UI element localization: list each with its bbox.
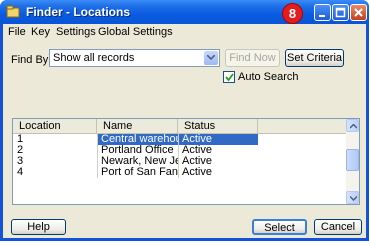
minimize-button[interactable] bbox=[314, 4, 331, 21]
vertical-scrollbar[interactable] bbox=[346, 119, 359, 204]
cell-location: 2 bbox=[17, 145, 24, 156]
table-row[interactable]: 4 Port of San Fan... Active bbox=[13, 167, 346, 178]
menu-file[interactable]: File bbox=[8, 26, 26, 38]
table-row[interactable]: 1 Central warehou... Active bbox=[13, 134, 346, 145]
scroll-up-icon[interactable] bbox=[346, 119, 359, 132]
find-by-select[interactable]: Show all records bbox=[49, 49, 220, 67]
cell-status: Active bbox=[182, 145, 212, 156]
maximize-button[interactable] bbox=[332, 4, 349, 21]
find-now-button[interactable]: Find Now bbox=[225, 49, 280, 67]
column-header-name[interactable]: Name bbox=[97, 119, 178, 133]
find-by-label: Find By: bbox=[11, 54, 52, 66]
cell-status: Active bbox=[178, 134, 258, 145]
table-row[interactable]: 3 Newark, New Je... Active bbox=[13, 156, 346, 167]
column-header-status[interactable]: Status bbox=[178, 119, 258, 133]
step-number-badge: 8 bbox=[283, 4, 302, 23]
column-divider bbox=[178, 134, 179, 178]
column-divider bbox=[97, 134, 98, 178]
cell-name: Port of San Fan... bbox=[101, 167, 178, 178]
set-criteria-button[interactable]: Set Criteria bbox=[285, 49, 344, 67]
menu-bar: File Key Settings Global Settings bbox=[3, 24, 366, 40]
close-button[interactable] bbox=[350, 4, 367, 21]
scrollbar-thumb[interactable] bbox=[346, 149, 359, 171]
help-button[interactable]: Help bbox=[11, 219, 66, 235]
table-row[interactable]: 2 Portland Office Active bbox=[13, 145, 346, 156]
window-client-area: File Key Settings Global Settings Find B… bbox=[3, 24, 366, 238]
cell-name: Newark, New Je... bbox=[101, 156, 178, 167]
cancel-button[interactable]: Cancel bbox=[314, 219, 362, 235]
scroll-down-icon[interactable] bbox=[346, 191, 359, 204]
menu-key[interactable]: Key bbox=[31, 26, 50, 38]
cell-location: 1 bbox=[13, 134, 97, 145]
locations-grid[interactable]: Location Name Status 1 Central warehou..… bbox=[12, 118, 360, 205]
find-by-selected-value: Show all records bbox=[53, 52, 135, 64]
menu-global-settings[interactable]: Global Settings bbox=[98, 26, 173, 38]
column-header-location[interactable]: Location bbox=[13, 119, 97, 133]
cell-status: Active bbox=[182, 156, 212, 167]
window-title: Finder - Locations bbox=[26, 5, 131, 19]
auto-search-checkbox[interactable] bbox=[223, 71, 235, 83]
grid-header: Location Name Status bbox=[13, 119, 346, 134]
chevron-down-icon[interactable] bbox=[204, 51, 218, 65]
cell-location: 4 bbox=[17, 167, 24, 178]
cell-location: 3 bbox=[17, 156, 24, 167]
auto-search-label[interactable]: Auto Search bbox=[238, 71, 299, 83]
finder-app-icon bbox=[6, 5, 20, 19]
cell-name: Portland Office bbox=[101, 145, 174, 156]
cell-name: Central warehou... bbox=[97, 134, 178, 145]
menu-settings[interactable]: Settings bbox=[56, 26, 96, 38]
cell-status: Active bbox=[182, 167, 212, 178]
title-bar[interactable]: Finder - Locations 8 bbox=[0, 0, 369, 24]
finder-window: Finder - Locations 8 File Key Settings G… bbox=[0, 0, 369, 241]
select-button[interactable]: Select bbox=[252, 219, 307, 235]
